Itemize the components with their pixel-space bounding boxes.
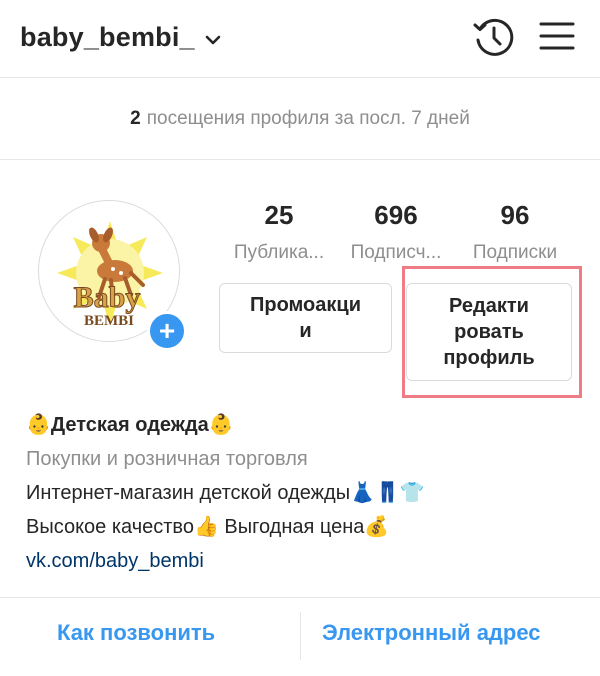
stat-value: 25: [264, 200, 294, 230]
stat-label: Публика...: [233, 242, 325, 263]
bio-text: Выгодная цена: [218, 516, 365, 538]
account-switcher[interactable]: baby_bembi_: [20, 22, 221, 53]
profile-name-row: 👶Детская одежда👶: [26, 408, 586, 442]
email-button[interactable]: Электронный адрес: [322, 620, 541, 646]
promotions-label-line2: и: [299, 320, 312, 342]
edit-profile-highlight: [402, 266, 582, 398]
visits-text: посещения профиля за посл. 7 дней: [146, 107, 470, 129]
jeans-emoji-icon: 👖: [374, 482, 400, 504]
chevron-down-icon[interactable]: [205, 34, 221, 46]
profile-category: Покупки и розничная торговля: [26, 448, 308, 470]
profile-name: Детская одежда: [50, 414, 209, 436]
stat-posts[interactable]: 25 Публика...: [219, 200, 339, 264]
stat-following[interactable]: 96 Подписки: [455, 200, 575, 264]
username[interactable]: baby_bembi_: [20, 22, 195, 53]
plus-icon: +: [158, 315, 176, 346]
bio-line-2: Высокое качество👍 Выгодная цена💰: [26, 510, 586, 544]
logo-text-baby: Baby: [74, 281, 141, 314]
thumbs-up-emoji-icon: 👍: [193, 516, 219, 538]
dress-emoji-icon: 👗: [350, 482, 375, 504]
profile-website-link[interactable]: vk.com/baby_bembi: [26, 544, 586, 578]
visits-count: 2: [130, 107, 141, 129]
divider: [0, 597, 600, 598]
tshirt-emoji-icon: 👕: [399, 482, 425, 504]
bio-text: Интернет-магазин детской одежды: [26, 482, 351, 504]
divider: [300, 612, 301, 660]
stat-followers[interactable]: 696 Подписч...: [336, 200, 456, 264]
bio-text: Высокое качество: [26, 516, 194, 538]
stat-label: Подписч...: [350, 242, 442, 263]
money-bag-emoji-icon: 💰: [364, 516, 390, 538]
bio-line-1: Интернет-магазин детской одежды👗👖👕: [26, 476, 586, 510]
stat-label: Подписки: [472, 242, 558, 263]
profile-bio: 👶Детская одежда👶 Покупки и розничная тор…: [26, 408, 586, 578]
menu-icon[interactable]: [539, 20, 575, 52]
history-icon[interactable]: [472, 16, 514, 58]
logo-text-bembi: BEMBI: [84, 313, 134, 329]
stat-value: 696: [374, 200, 418, 230]
promotions-button[interactable]: Промоакци и: [219, 283, 392, 353]
promotions-label-line1: Промоакци: [249, 294, 361, 316]
baby-face-emoji-icon: 👶: [26, 414, 51, 436]
call-button[interactable]: Как позвонить: [57, 620, 215, 646]
stat-value: 96: [500, 200, 530, 230]
add-story-button[interactable]: +: [147, 311, 187, 351]
baby-face-emoji-icon: 👶: [208, 414, 234, 436]
profile-visits-banner[interactable]: 2 посещения профиля за посл. 7 дней: [0, 78, 600, 160]
top-bar: baby_bembi_: [0, 0, 600, 78]
